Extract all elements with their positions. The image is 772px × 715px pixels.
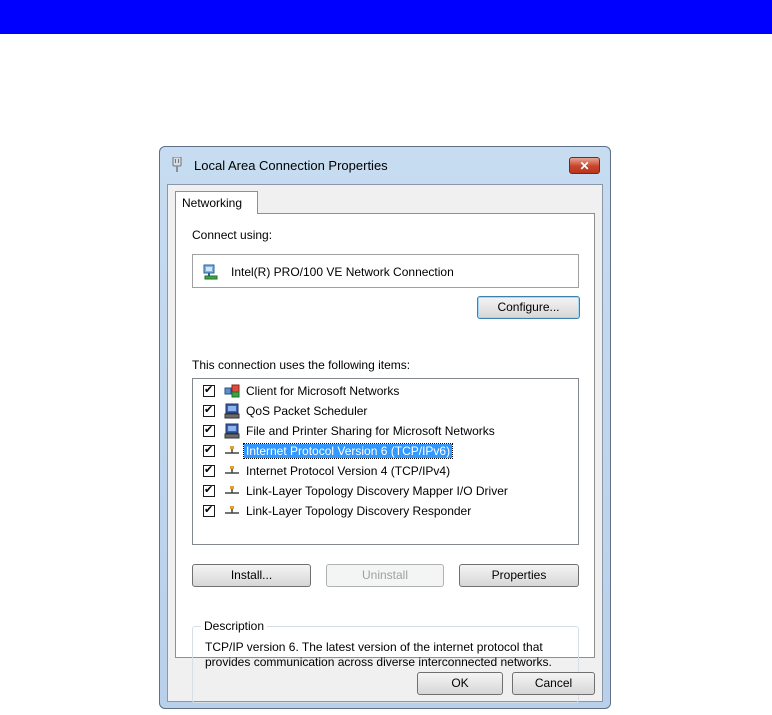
list-item-ipv6[interactable]: Internet Protocol Version 6 (TCP/IPv6) [193, 441, 573, 461]
item-label: Link-Layer Topology Discovery Responder [246, 504, 472, 518]
networking-tab-panel: Connect using: Intel(R) PRO/100 VE Netwo… [175, 213, 595, 703]
properties-dialog: Local Area Connection Properties ✕ Netwo… [159, 146, 611, 709]
item-label: Internet Protocol Version 6 (TCP/IPv6) [242, 443, 454, 459]
list-item-lltd-responder[interactable]: Link-Layer Topology Discovery Responder [193, 501, 573, 521]
item-checkbox[interactable] [203, 503, 215, 517]
install-button[interactable]: Install... [192, 564, 311, 587]
client-icon [224, 384, 240, 398]
cancel-button[interactable]: Cancel [512, 672, 595, 695]
item-checkbox[interactable] [203, 403, 215, 417]
ok-button[interactable]: OK [417, 672, 503, 695]
tab-networking[interactable]: Networking [175, 191, 258, 214]
window-title: Local Area Connection Properties [194, 158, 388, 173]
list-item-ipv4[interactable]: Internet Protocol Version 4 (TCP/IPv4) [193, 461, 573, 481]
protocol-icon [225, 486, 239, 494]
list-item-file-printer-sharing[interactable]: File and Printer Sharing for Microsoft N… [193, 421, 573, 441]
service-icon [224, 423, 240, 439]
protocol-icon [225, 506, 239, 514]
protocol-icon [225, 446, 239, 454]
title-bar[interactable]: Local Area Connection Properties ✕ [160, 147, 610, 183]
properties-button[interactable]: Properties [459, 564, 579, 587]
uninstall-button[interactable]: Uninstall [326, 564, 444, 587]
item-label: Internet Protocol Version 4 (TCP/IPv4) [246, 464, 451, 478]
description-text: TCP/IP version 6. The latest version of … [205, 640, 552, 669]
configure-button[interactable]: Configure... [477, 296, 580, 319]
item-label: Link-Layer Topology Discovery Mapper I/O… [246, 484, 508, 498]
close-button[interactable]: ✕ [569, 157, 600, 174]
item-checkbox[interactable] [203, 483, 215, 497]
items-label: This connection uses the following items… [192, 358, 411, 372]
item-checkbox[interactable] [203, 383, 215, 397]
connect-using-label: Connect using: [192, 228, 273, 242]
top-banner [0, 0, 772, 34]
service-icon [224, 403, 240, 419]
network-adapter-icon [203, 264, 218, 280]
components-list[interactable]: Client for Microsoft Networks QoS Packet… [192, 378, 579, 545]
list-item-lltd-mapper[interactable]: Link-Layer Topology Discovery Mapper I/O… [193, 481, 573, 501]
adapter-name: Intel(R) PRO/100 VE Network Connection [231, 265, 454, 279]
list-item-qos-packet-scheduler[interactable]: QoS Packet Scheduler [193, 401, 573, 421]
item-checkbox[interactable] [203, 423, 215, 437]
item-checkbox[interactable] [203, 443, 215, 457]
item-label: QoS Packet Scheduler [246, 404, 368, 418]
item-checkbox[interactable] [203, 463, 215, 477]
adapter-field: Intel(R) PRO/100 VE Network Connection [192, 254, 579, 288]
close-icon: ✕ [579, 158, 590, 173]
item-label: File and Printer Sharing for Microsoft N… [246, 424, 495, 438]
description-title: Description [201, 619, 268, 633]
list-item-client-for-microsoft-networks[interactable]: Client for Microsoft Networks [193, 381, 573, 401]
network-adapter-icon [172, 157, 182, 172]
protocol-icon [225, 466, 239, 474]
dialog-client-area: Networking Connect using: Intel(R) PRO/1… [167, 184, 603, 703]
item-label: Client for Microsoft Networks [246, 384, 400, 398]
